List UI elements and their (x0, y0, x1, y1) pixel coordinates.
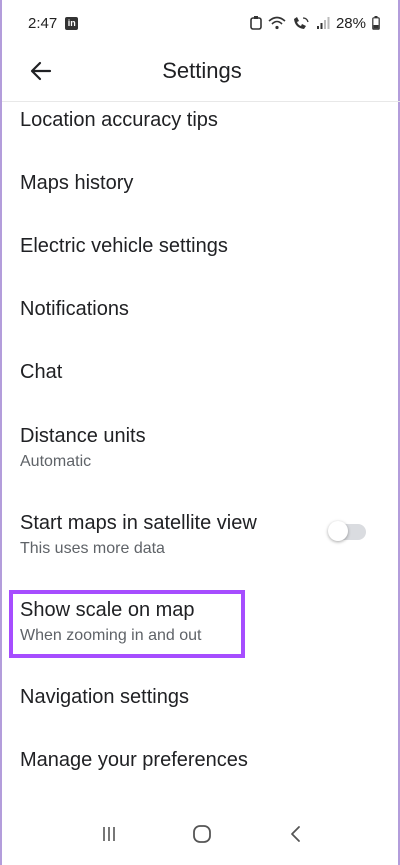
nav-back-button[interactable] (275, 816, 315, 856)
satellite-view-toggle[interactable] (328, 521, 366, 541)
toggle-knob (328, 521, 348, 541)
battery-icon (372, 16, 380, 30)
home-button[interactable] (182, 816, 222, 856)
setting-distance-units[interactable]: Distance units Automatic (20, 424, 380, 472)
setting-title: Notifications (20, 298, 129, 320)
status-time: 2:47 (28, 14, 58, 32)
setting-subtitle: This uses more data (20, 540, 165, 557)
setting-maps-history[interactable]: Maps history (20, 171, 380, 195)
setting-title: Start maps in satellite view (20, 512, 257, 534)
setting-manage-preferences[interactable]: Manage your preferences (20, 748, 380, 772)
setting-title: Location accuracy tips (20, 109, 218, 131)
linkedin-icon: in (65, 16, 79, 30)
screen-frame: 2:47 in 28% Settings Location accuracy t… (0, 0, 400, 865)
recents-button[interactable] (89, 816, 129, 856)
battery-percent: 28% (335, 14, 366, 32)
app-bar: Settings (2, 46, 400, 102)
system-nav-bar (2, 807, 400, 865)
setting-navigation[interactable]: Navigation settings (20, 685, 380, 709)
setting-subtitle: Automatic (20, 453, 92, 470)
notification-icon (250, 16, 262, 30)
status-right: 28% (250, 15, 380, 32)
setting-chat[interactable]: Chat (20, 360, 380, 384)
setting-title: Electric vehicle settings (20, 235, 228, 257)
setting-title: Manage your preferences (20, 749, 248, 771)
wifi-icon (268, 16, 286, 30)
setting-title: Chat (20, 361, 63, 383)
setting-title: Maps history (20, 172, 134, 194)
signal-icon (316, 16, 330, 30)
setting-subtitle: When zooming in and out (20, 627, 202, 644)
status-bar: 2:47 in 28% (2, 0, 400, 46)
wifi-calling-icon (292, 16, 310, 30)
setting-title: Distance units (20, 425, 146, 447)
setting-title: Show scale on map (20, 599, 195, 621)
setting-notifications[interactable]: Notifications (20, 297, 380, 321)
nav-back-icon (288, 825, 302, 848)
setting-electric-vehicle[interactable]: Electric vehicle settings (20, 234, 380, 258)
status-left: 2:47 in (28, 14, 79, 32)
page-title: Settings (162, 58, 242, 83)
home-icon (192, 824, 212, 849)
setting-title: Navigation settings (20, 686, 189, 708)
setting-show-scale[interactable]: Show scale on map When zooming in and ou… (20, 598, 380, 646)
setting-location-accuracy-tips[interactable]: Location accuracy tips (20, 108, 380, 132)
recents-icon (100, 825, 118, 848)
setting-satellite-view[interactable]: Start maps in satellite view This uses m… (20, 511, 318, 559)
